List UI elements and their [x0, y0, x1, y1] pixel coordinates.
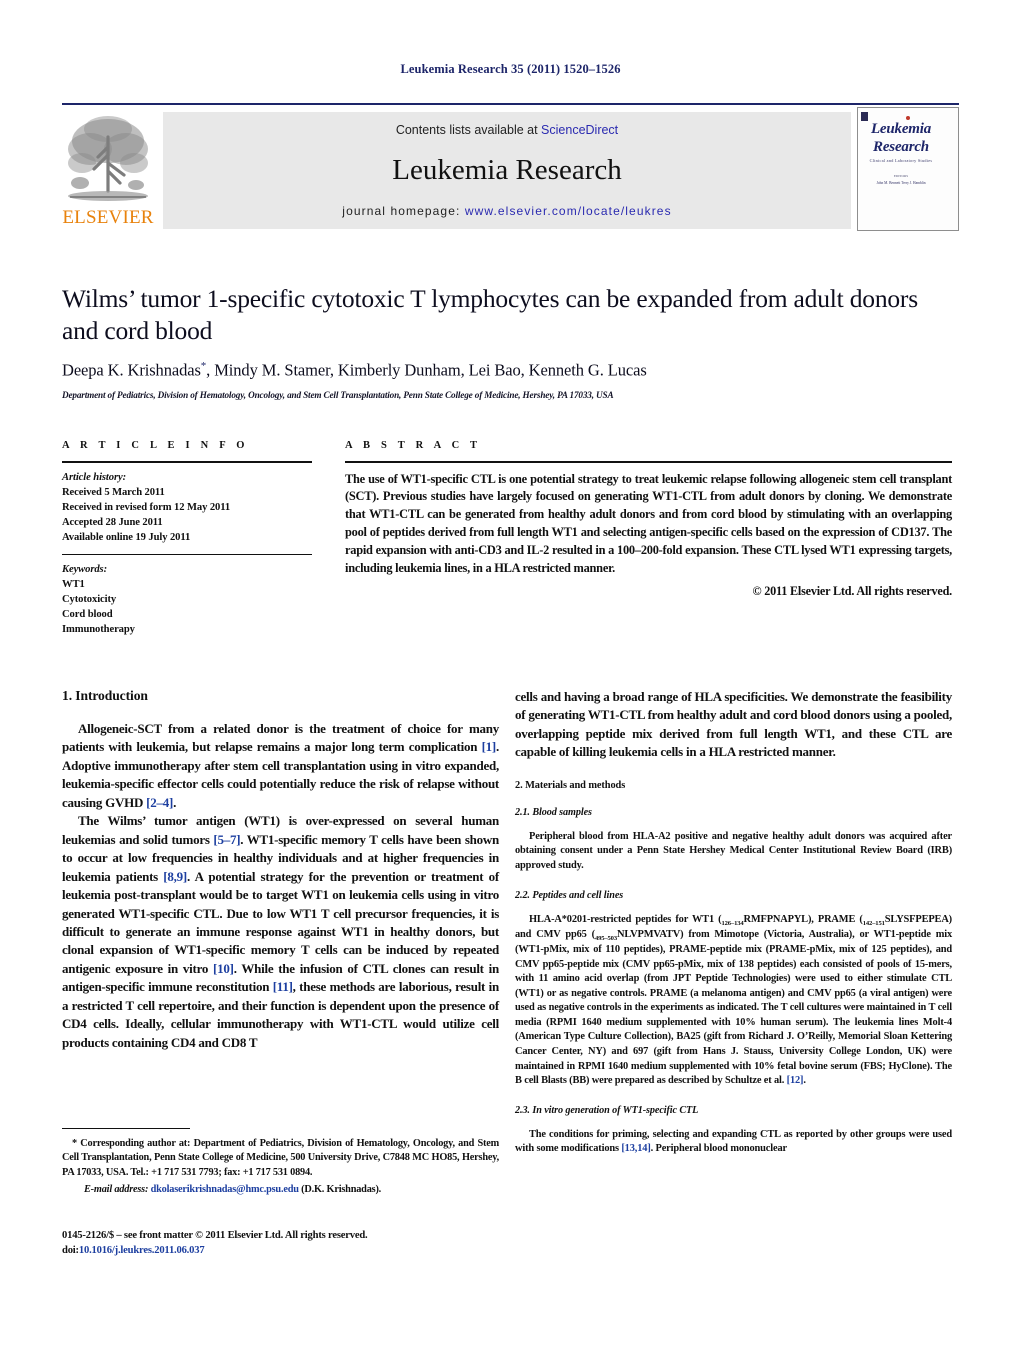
citation-1[interactable]: [1] — [482, 739, 497, 754]
keyword-0: WT1 — [62, 578, 85, 590]
peptides-d: NLVPMVATV) from Mimotope (Victoria, Aust… — [515, 928, 952, 1087]
citation-10[interactable]: [10] — [213, 961, 234, 976]
cover-subtitle: Clinical and Laboratory Studies — [869, 158, 933, 163]
citation-11[interactable]: [11] — [273, 979, 293, 994]
cover-title-line2: Research — [873, 139, 929, 155]
peptides-b: RMFPNAPYL), PRAME ( — [743, 913, 863, 925]
cover-inner: Leukemia Research Clinical and Laborator… — [858, 108, 958, 230]
abstract-column: A B S T R A C T The use of WT1-specific … — [345, 440, 952, 599]
intro-paragraph-2: The Wilms’ tumor antigen (WT1) is over-e… — [62, 812, 499, 1052]
author-names-rest: , Mindy M. Stamer, Kimberly Dunham, Lei … — [206, 360, 647, 380]
elsevier-tree-icon — [64, 111, 152, 205]
doi-label: doi: — [62, 1245, 79, 1257]
cover-corner-glyph — [861, 112, 868, 121]
peptide-range-cmv: 495–503 — [594, 934, 617, 942]
peptides-e: . — [803, 1075, 806, 1087]
history-item-1: Received in revised form 12 May 2011 — [62, 501, 231, 513]
history-item-3: Available online 19 July 2011 — [62, 531, 191, 543]
citation-13-14[interactable]: [13,14] — [621, 1143, 650, 1154]
intro-paragraph-2-continued: cells and having a broad range of HLA sp… — [515, 689, 952, 760]
article-info-heading: A R T I C L E I N F O — [62, 440, 249, 451]
citation-5-7[interactable]: [5–7] — [213, 832, 240, 847]
abstract-copyright: © 2011 Elsevier Ltd. All rights reserved… — [752, 583, 952, 598]
elsevier-wordmark: ELSEVIER — [62, 207, 154, 228]
intro-p2-c: . A potential strategy for the preventio… — [62, 868, 499, 976]
intro-p1-c: . — [173, 794, 177, 810]
homepage-prefix: journal homepage: — [342, 204, 465, 218]
keywords-rule — [62, 553, 312, 555]
subsection-heading-in-vitro-generation: 2.3. In vitro generation of WT1-specific… — [515, 1104, 699, 1116]
section-heading-introduction: 1. Introduction — [62, 688, 148, 703]
peptides-a: HLA-A*0201-restricted peptides for WT1 ( — [529, 913, 722, 925]
invitro-b: . Peripheral blood mononuclear — [650, 1143, 788, 1155]
journal-title: Leukemia Research — [392, 154, 622, 186]
elsevier-logo: ELSEVIER — [62, 111, 154, 229]
running-head: Leukemia Research 35 (2011) 1520–1526 — [400, 62, 621, 76]
imprint-block: 0145-2126/$ – see front matter © 2011 El… — [62, 1228, 499, 1258]
email-owner: (D.K. Krishnadas). — [301, 1183, 382, 1195]
paper-title: Wilms’ tumor 1-specific cytotoxic T lymp… — [62, 284, 918, 346]
journal-masthead: ELSEVIER Contents lists available at Sci… — [62, 103, 959, 231]
abstract-rule — [345, 461, 952, 463]
peptide-range-wt1: 126–134 — [721, 919, 744, 927]
keywords-label: Keywords: — [62, 563, 108, 575]
peptides-cell-lines-text: HLA-A*0201-restricted peptides for WT1 (… — [515, 913, 952, 1089]
article-history-label: Article history: — [62, 471, 127, 483]
journal-homepage-line: journal homepage: www.elsevier.com/locat… — [163, 204, 851, 218]
keyword-2: Cord blood — [62, 609, 113, 621]
contents-prefix: Contents lists available at — [395, 123, 542, 137]
doi-link[interactable]: 10.1016/j.leukres.2011.06.037 — [79, 1245, 205, 1256]
keywords-block: Keywords: WT1 Cytotoxicity Cord blood Im… — [62, 562, 312, 637]
intro-p1-a: Allogeneic-SCT from a related donor is t… — [62, 721, 499, 755]
corresponding-author-note: * Corresponding author at: Department of… — [62, 1138, 499, 1178]
history-item-2: Accepted 28 June 2011 — [62, 516, 163, 528]
section-heading-materials-methods: 2. Materials and methods — [515, 779, 626, 791]
citation-12[interactable]: [12] — [787, 1075, 804, 1086]
email-label: E-mail address: — [84, 1183, 149, 1195]
sciencedirect-band: Contents lists available at ScienceDirec… — [163, 112, 851, 229]
peptide-range-prame: 142–151 — [862, 919, 885, 927]
subsection-heading-peptides-cell-lines: 2.2. Peptides and cell lines — [515, 889, 624, 901]
abstract-heading: A B S T R A C T — [345, 440, 482, 451]
body-column-right: cells and having a broad range of HLA sp… — [515, 688, 952, 1157]
footnote-rule — [62, 1128, 190, 1130]
citation-8-9[interactable]: [8,9] — [163, 869, 187, 884]
journal-homepage-link[interactable]: www.elsevier.com/locate/leukres — [465, 204, 672, 218]
cover-title-line1: Leukemia — [870, 121, 932, 137]
author-affiliation: Department of Pediatrics, Division of He… — [62, 390, 614, 400]
subsection-heading-blood-samples: 2.1. Blood samples — [515, 806, 592, 818]
keyword-1: Cytotoxicity — [62, 594, 117, 605]
contents-available-line: Contents lists available at ScienceDirec… — [163, 123, 851, 137]
footnote-block: * Corresponding author at: Department of… — [62, 1128, 499, 1195]
article-info-rule — [62, 461, 312, 463]
journal-cover-thumbnail: Leukemia Research Clinical and Laborator… — [857, 107, 959, 231]
citation-2-4[interactable]: [2–4] — [146, 795, 173, 810]
body-column-left: 1. Introduction Allogeneic-SCT from a re… — [62, 688, 499, 1052]
keyword-3: Immunotherapy — [62, 624, 135, 636]
cover-accent-dot — [906, 116, 910, 120]
author-names: Deepa K. Krishnadas — [62, 360, 201, 380]
blood-samples-text: Peripheral blood from HLA-A2 positive an… — [515, 830, 952, 871]
in-vitro-generation-text: The conditions for priming, selecting an… — [515, 1128, 952, 1157]
issn-front-matter: 0145-2126/$ – see front matter © 2011 El… — [62, 1230, 368, 1241]
article-info-column: A R T I C L E I N F O Article history: R… — [62, 440, 312, 637]
article-history: Article history: Received 5 March 2011 R… — [62, 470, 312, 545]
email-note: E-mail address: dkolaserikrishnadas@hmc.… — [62, 1184, 499, 1195]
email-link[interactable]: dkolaserikrishnadas@hmc.psu.edu — [151, 1184, 299, 1195]
masthead-top-rule — [62, 103, 959, 105]
sciencedirect-link[interactable]: ScienceDirect — [541, 123, 618, 137]
intro-paragraph-1: Allogeneic-SCT from a related donor is t… — [62, 720, 499, 812]
abstract-text: The use of WT1-specific CTL is one poten… — [345, 471, 952, 575]
paper-page: Leukemia Research 35 (2011) 1520–1526 EL… — [0, 0, 1021, 1351]
author-list: Deepa K. Krishnadas*, Mindy M. Stamer, K… — [62, 360, 952, 381]
cover-editors: John M. Bennett Terry J. Hamblin — [876, 181, 926, 185]
cover-editors-label: EDITORS — [893, 174, 909, 178]
history-item-0: Received 5 March 2011 — [62, 486, 165, 498]
